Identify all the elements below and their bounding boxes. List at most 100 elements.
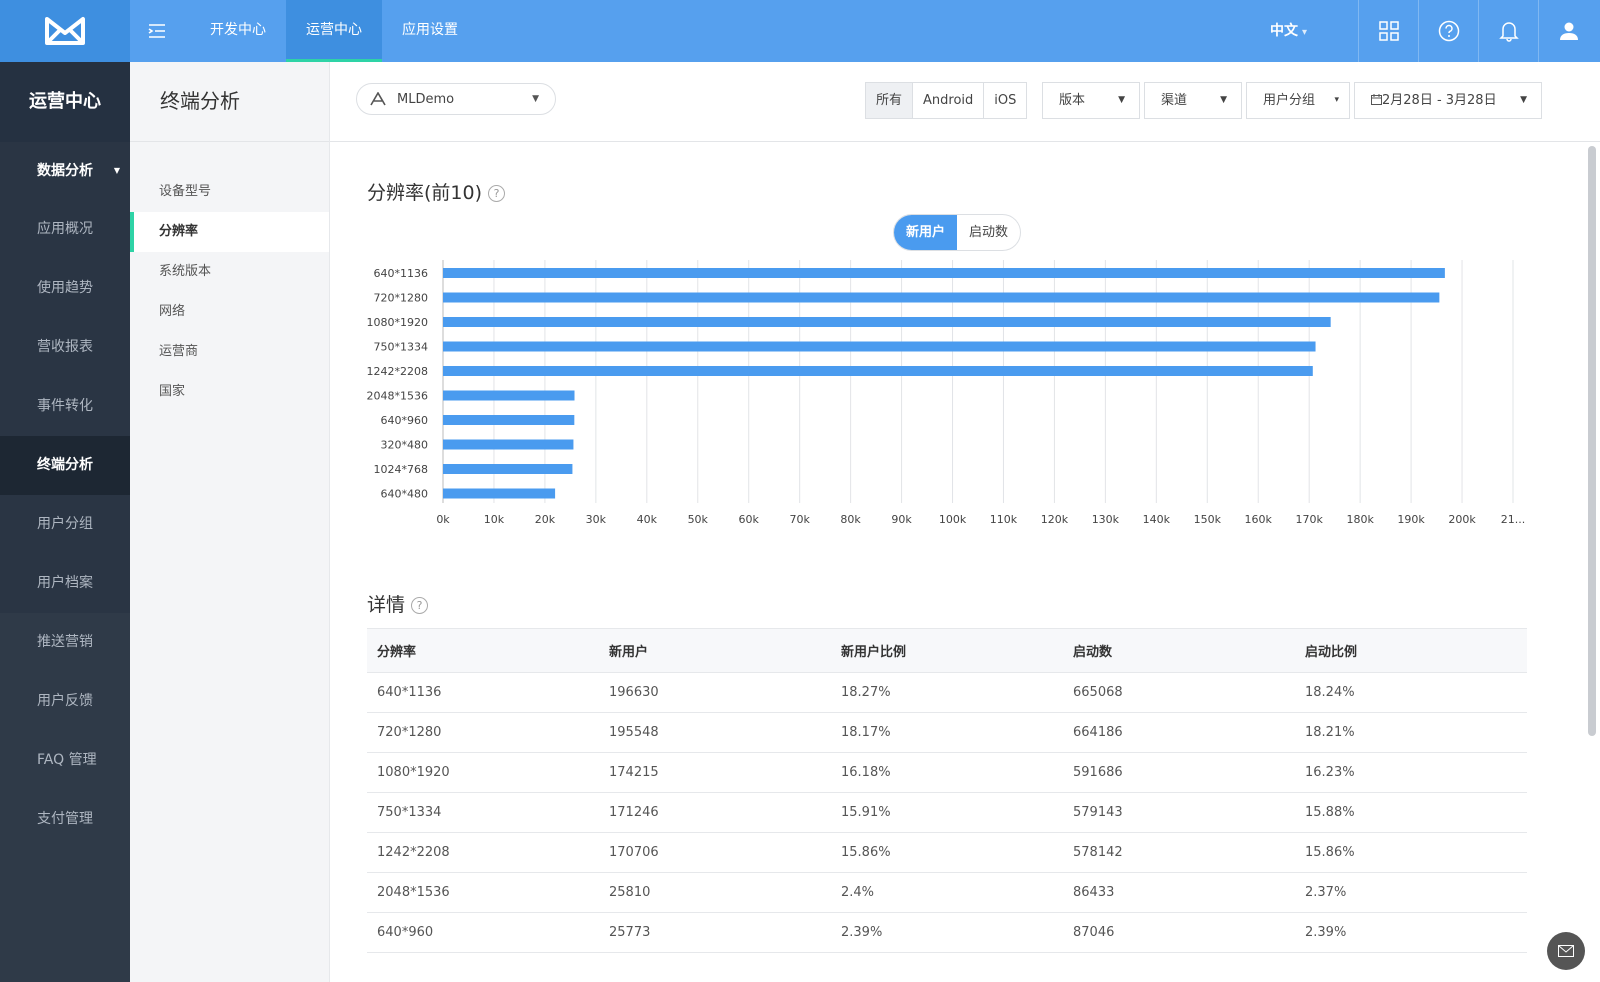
x-tick-label: 120k xyxy=(1041,513,1069,526)
sidebar-item-app-overview[interactable]: 应用概况 xyxy=(0,200,130,259)
feedback-button[interactable] xyxy=(1547,932,1585,970)
sidebar-item-faq[interactable]: FAQ 管理 xyxy=(0,731,130,790)
chart-title: 分辨率(前10) xyxy=(367,182,483,204)
x-tick-label: 100k xyxy=(939,513,967,526)
cell-resolution: 750*1334 xyxy=(367,792,599,833)
sidebar-group-data-analysis[interactable]: 数据分析 ▼ xyxy=(0,142,130,200)
app-selector[interactable]: MLDemo ▼ xyxy=(356,83,556,115)
bar-1024*768[interactable] xyxy=(443,464,573,474)
subnav-item-os-version[interactable]: 系统版本 xyxy=(130,252,329,292)
sidebar-item-revenue-report[interactable]: 营收报表 xyxy=(0,318,130,377)
sidebar-item-device-analysis[interactable]: 终端分析 xyxy=(0,436,130,495)
top-bar: 开发中心 运营中心 应用设置 中文 ▾ xyxy=(0,0,1600,62)
logo-icon xyxy=(45,17,85,45)
version-dropdown[interactable]: 版本 ▼ xyxy=(1042,82,1140,119)
col-launch-ratio[interactable]: 启动比例 xyxy=(1295,628,1527,673)
x-tick-label: 10k xyxy=(484,513,505,526)
help-icon[interactable] xyxy=(1418,0,1478,62)
subnav-item-network[interactable]: 网络 xyxy=(130,292,329,332)
cell-new-user-ratio: 18.27% xyxy=(831,672,1063,713)
sidebar-item-user-profiles[interactable]: 用户档案 xyxy=(0,554,130,613)
col-resolution[interactable]: 分辨率 xyxy=(367,628,599,673)
cell-new-user-ratio: 2.39% xyxy=(831,912,1063,953)
platform-android[interactable]: Android xyxy=(912,82,985,119)
menu-toggle-icon[interactable] xyxy=(142,16,172,46)
cell-new-users: 170706 xyxy=(599,832,831,873)
platform-ios[interactable]: iOS xyxy=(983,82,1028,119)
y-category-label: 1024*768 xyxy=(374,463,429,476)
app-logo[interactable] xyxy=(0,0,130,62)
resolution-bar-chart: 0k 10k 20k 30k 40k 50k 60k 70k 80k 90k 100k 110k 120… xyxy=(367,260,1525,526)
sidebar-item-payments[interactable]: 支付管理 xyxy=(0,790,130,849)
y-category-label: 1242*2208 xyxy=(367,365,429,378)
col-new-users[interactable]: 新用户 xyxy=(599,628,831,673)
sidebar: 运营中心 数据分析 ▼ 应用概况 使用趋势 营收报表 事件转化 终端分析 用户分… xyxy=(0,62,130,982)
scrollbar[interactable] xyxy=(1588,146,1596,736)
date-range-label: 2月28日 - 3月28日 xyxy=(1382,93,1497,108)
cell-launch-ratio: 16.23% xyxy=(1295,752,1527,793)
x-tick-label: 60k xyxy=(739,513,760,526)
cell-launches: 591686 xyxy=(1063,752,1295,793)
col-new-user-ratio[interactable]: 新用户比例 xyxy=(831,628,1063,673)
top-nav-ops-center[interactable]: 运营中心 xyxy=(286,0,382,62)
bar-2048*1536[interactable] xyxy=(443,390,575,401)
x-tick-label: 200k xyxy=(1448,513,1476,526)
bar-640*960[interactable] xyxy=(443,415,575,425)
x-tick-label: 170k xyxy=(1296,513,1324,526)
apps-grid-icon[interactable] xyxy=(1358,0,1418,62)
user-icon[interactable] xyxy=(1538,0,1598,62)
top-nav-app-settings[interactable]: 应用设置 xyxy=(382,0,478,62)
cell-new-users: 25810 xyxy=(599,872,831,913)
language-label: 中文 xyxy=(1270,23,1298,39)
sidebar-item-user-feedback[interactable]: 用户反馈 xyxy=(0,672,130,731)
help-icon[interactable]: ? xyxy=(411,597,429,614)
bell-icon[interactable] xyxy=(1478,0,1538,62)
subnav-item-carrier[interactable]: 运营商 xyxy=(130,332,329,372)
bar-640*1136[interactable] xyxy=(443,268,1445,278)
bar-750*1334[interactable] xyxy=(443,341,1316,352)
chevron-down-icon: ▼ xyxy=(1118,95,1125,105)
help-icon[interactable]: ? xyxy=(488,185,506,202)
sidebar-item-event-conversion[interactable]: 事件转化 xyxy=(0,377,130,436)
table-row: 2048*1536 25810 2.4% 86433 2.37% xyxy=(367,872,1527,913)
caret-down-icon: ▼ xyxy=(113,166,120,175)
channel-dropdown[interactable]: 渠道 ▼ xyxy=(1144,82,1242,119)
language-selector[interactable]: 中文 ▾ xyxy=(1270,0,1307,62)
toggle-new-users[interactable]: 新用户 xyxy=(894,215,958,250)
date-range-picker[interactable]: 2月28日 - 3月28日 ▼ xyxy=(1354,82,1542,119)
bar-720*1280[interactable] xyxy=(443,292,1440,303)
cell-resolution: 640*1136 xyxy=(367,672,599,713)
y-category-label: 320*480 xyxy=(381,439,429,452)
table-row: 640*1136 196630 18.27% 665068 18.24% xyxy=(367,672,1527,713)
cell-launch-ratio: 2.39% xyxy=(1295,912,1527,953)
x-tick-label: 50k xyxy=(688,513,709,526)
bar-1242*2208[interactable] xyxy=(443,366,1313,376)
table-row: 1242*2208 170706 15.86% 578142 15.86% xyxy=(367,832,1527,873)
cell-launches: 87046 xyxy=(1063,912,1295,953)
x-tick-label: 110k xyxy=(990,513,1018,526)
cell-new-user-ratio: 18.17% xyxy=(831,712,1063,753)
toggle-launches[interactable]: 启动数 xyxy=(957,215,1020,250)
top-nav-dev-center[interactable]: 开发中心 xyxy=(190,0,286,62)
calendar-icon xyxy=(1371,94,1382,105)
cell-resolution: 640*960 xyxy=(367,912,599,953)
bar-320*480[interactable] xyxy=(443,439,574,450)
subnav-item-country[interactable]: 国家 xyxy=(130,372,329,412)
x-tick-label: 180k xyxy=(1346,513,1374,526)
bar-640*480[interactable] xyxy=(443,488,556,499)
sidebar-item-push-marketing[interactable]: 推送营销 xyxy=(0,613,130,672)
subnav-item-device-model[interactable]: 设备型号 xyxy=(130,172,329,212)
user-group-dropdown[interactable]: 用户分组 ▾ xyxy=(1246,82,1350,119)
subnav-item-resolution[interactable]: 分辨率 xyxy=(130,212,329,252)
main-content: 分辨率(前10)? 新用户 启动数 0k 10k 20k 30k 40k 50k 60k 70… xyxy=(330,142,1600,982)
col-launches[interactable]: 启动数 xyxy=(1063,628,1295,673)
sidebar-item-usage-trend[interactable]: 使用趋势 xyxy=(0,259,130,318)
platform-all[interactable]: 所有 xyxy=(865,82,914,119)
bar-1080*1920[interactable] xyxy=(443,317,1331,327)
channel-label: 渠道 xyxy=(1161,93,1188,108)
cell-launch-ratio: 15.88% xyxy=(1295,792,1527,833)
cell-new-user-ratio: 16.18% xyxy=(831,752,1063,793)
sidebar-item-user-groups[interactable]: 用户分组 xyxy=(0,495,130,554)
x-tick-label: 190k xyxy=(1397,513,1425,526)
secondary-nav: 终端分析 设备型号 分辨率 系统版本 网络 运营商 国家 xyxy=(130,62,330,982)
